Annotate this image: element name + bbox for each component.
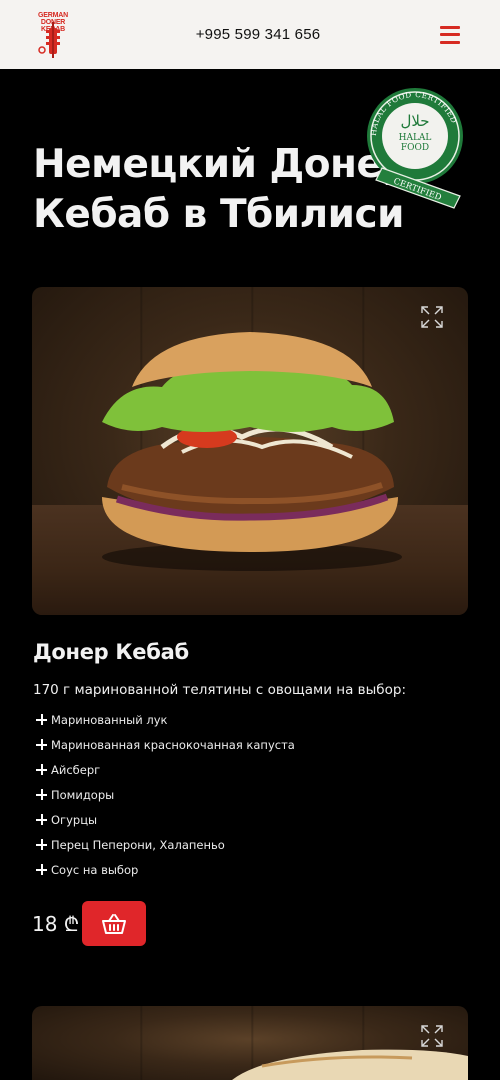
plus-icon [36,789,47,800]
plus-icon [36,864,47,875]
site-header: GERMAN DONER KEBAB +995 599 341 656 [0,0,500,69]
basket-icon [102,913,126,934]
ingredient-label: Соус на выбор [51,862,139,877]
expand-icon[interactable] [420,1024,444,1048]
list-item: Айсберг [36,757,295,782]
wrap-image [232,1049,468,1080]
hamburger-line [439,33,460,36]
logo-kebab-icon [38,21,60,58]
plus-icon [36,739,47,750]
list-item: Маринованная краснокочанная капуста [36,732,295,757]
ingredient-label: Маринованная краснокочанная капуста [51,737,295,752]
badge-line1: HALAL [399,133,432,143]
doner-kebab-image [102,332,402,571]
hamburger-line [439,25,460,29]
ingredient-label: Маринованный лук [51,712,168,727]
ingredient-label: Перец Пеперони, Халапеньо [51,837,225,852]
list-item: Помидоры [36,782,295,807]
list-item: Соус на выбор [36,857,295,882]
ingredient-label: Огурцы [51,812,98,827]
ingredient-label: Помидоры [51,787,115,802]
plus-icon [36,764,47,775]
expand-icon[interactable] [420,305,444,329]
list-item: Маринованный лук [36,707,295,732]
product-price: 18 ₾ [32,912,80,936]
plus-icon [36,714,47,725]
product-description: 170 г маринованной телятины с овощами на… [33,682,407,698]
hamburger-line [439,40,460,44]
ingredient-label: Айсберг [51,762,101,777]
product-image[interactable] [32,287,468,615]
product-image[interactable] [32,1006,468,1080]
phone-link[interactable]: +995 599 341 656 [196,26,321,43]
plus-icon [36,814,47,825]
hamburger-icon[interactable] [439,25,460,44]
list-item: Перец Пеперони, Халапеньо [36,832,295,857]
add-to-cart-button[interactable] [82,901,146,946]
badge-line2: FOOD [401,143,429,153]
product-title: Донер Кебаб [33,640,189,664]
logo[interactable]: GERMAN DONER KEBAB [30,10,76,60]
list-item: Огурцы [36,807,295,832]
ingredient-list: Маринованный лук Маринованная краснокоча… [36,707,295,882]
badge-arabic: حلال [400,112,429,130]
plus-icon [36,839,47,850]
halal-certified-badge: HALAL FOOD CERTIFIED حلال HALAL FOOD CER… [367,88,463,209]
